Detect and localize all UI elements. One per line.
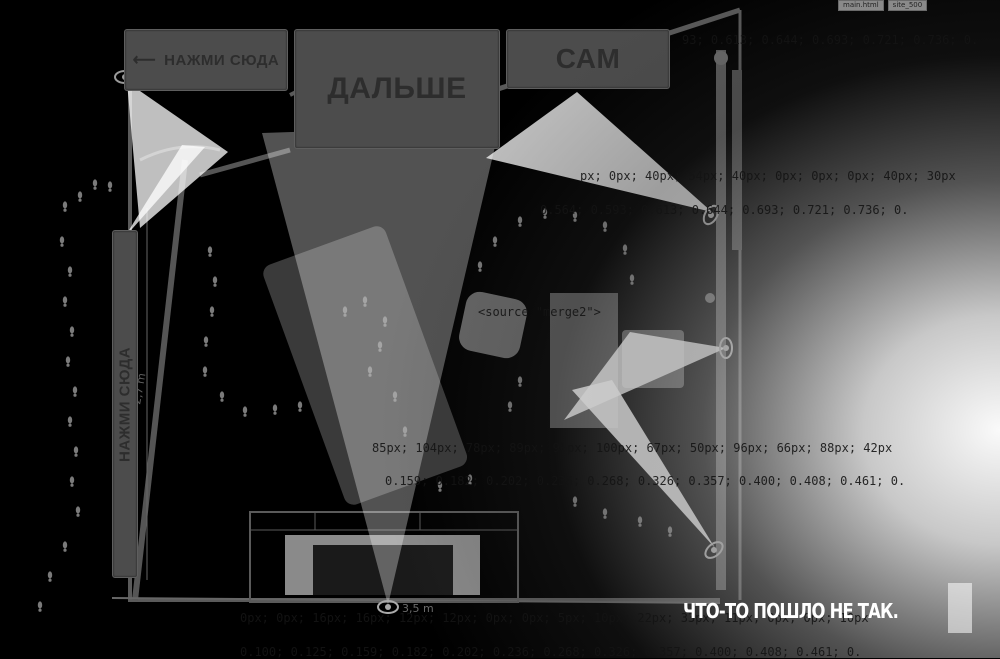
error-message: ЧТО-ТО ПОШЛО НЕ ТАК. xyxy=(683,599,899,623)
floor-plan: 2,7 m 3,5 m xyxy=(37,7,742,615)
press-here-top-label: НАЖМИ СЮДА xyxy=(164,51,280,69)
self-button[interactable]: САМ xyxy=(506,29,670,89)
browser-tab[interactable]: main.html xyxy=(838,0,884,11)
press-here-side-button[interactable]: НАЖМИ СЮДА xyxy=(112,230,138,578)
browser-tabs: main.html site_500 xyxy=(838,0,928,11)
overlay-scroll-stub xyxy=(948,583,972,633)
press-here-top-button[interactable]: ⟵ НАЖМИ СЮДА xyxy=(124,29,288,91)
arrow-left-icon: ⟵ xyxy=(132,52,157,69)
bottom-dimension-label: 3,5 m xyxy=(402,602,434,615)
browser-tab[interactable]: site_500 xyxy=(887,0,928,11)
game-scene: 2,7 m 3,5 m ⟵ НАЖМИ СЮДА ДАЛЬШЕ САМ НАЖМ… xyxy=(0,0,1000,659)
vision-cones xyxy=(124,82,726,605)
right-pipe xyxy=(705,50,742,590)
next-label: ДАЛЬШЕ xyxy=(327,72,467,105)
self-label: САМ xyxy=(555,43,621,74)
press-here-side-label: НАЖМИ СЮДА xyxy=(116,346,134,462)
next-button[interactable]: ДАЛЬШЕ xyxy=(294,29,500,149)
